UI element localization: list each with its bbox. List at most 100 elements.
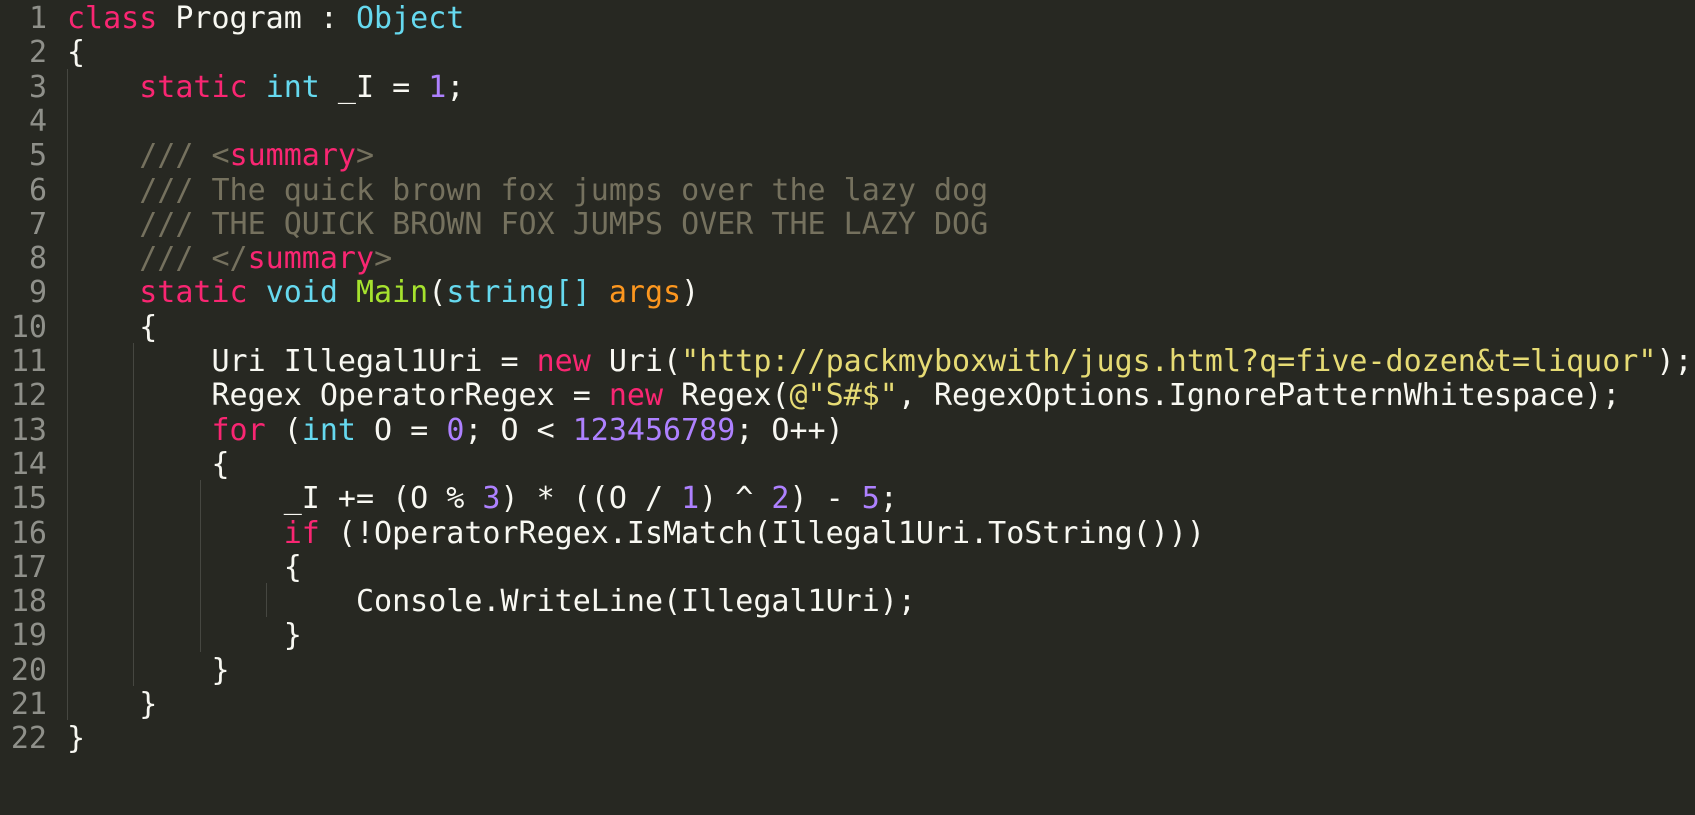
code-token-kw: new bbox=[608, 378, 664, 414]
code-token-plain: ; bbox=[879, 481, 898, 517]
code-line[interactable]: 18 Console.WriteLine(Illegal1Uri); bbox=[0, 583, 1695, 620]
code-token-plain: { bbox=[67, 446, 230, 482]
code-token-plain: O = bbox=[356, 412, 447, 448]
code-text: static void Main(string[] args) bbox=[67, 274, 699, 311]
code-text: Console.WriteLine(Illegal1Uri); bbox=[67, 583, 916, 620]
code-token-type: Object bbox=[356, 1, 465, 36]
code-line[interactable]: 14 { bbox=[0, 446, 1695, 483]
code-line[interactable]: 13 for (int O = 0; O < 123456789; O++) bbox=[0, 412, 1695, 449]
code-line[interactable]: 19 } bbox=[0, 617, 1695, 654]
code-token-num: 3 bbox=[482, 481, 501, 517]
code-text: /// The quick brown fox jumps over the l… bbox=[67, 172, 988, 209]
code-token-plain: Console.WriteLine(Illegal1Uri); bbox=[67, 584, 916, 620]
indent-guide bbox=[67, 68, 68, 721]
code-line[interactable]: 21 } bbox=[0, 686, 1695, 723]
code-text: static int _I = 1; bbox=[67, 69, 464, 106]
code-line[interactable]: 6 /// The quick brown fox jumps over the… bbox=[0, 172, 1695, 209]
code-token-kw: summary bbox=[247, 241, 375, 277]
code-token-type: int bbox=[265, 69, 320, 105]
code-line[interactable]: 2{ bbox=[0, 34, 1695, 71]
code-token-str: @"S#$" bbox=[789, 378, 898, 414]
code-token-comment: /// < bbox=[67, 138, 230, 174]
code-text: } bbox=[67, 617, 302, 654]
code-line[interactable]: 9 static void Main(string[] args) bbox=[0, 274, 1695, 311]
indent-guide bbox=[133, 343, 135, 686]
code-token-kw: static bbox=[139, 275, 248, 311]
line-number: 1 bbox=[28, 1, 47, 36]
line-number: 19 bbox=[10, 618, 47, 654]
code-token-plain: ) ^ bbox=[699, 481, 772, 517]
code-token-num: 1 bbox=[428, 69, 447, 105]
line-number: 10 bbox=[10, 309, 47, 345]
line-number: 12 bbox=[10, 378, 47, 414]
code-text: /// </summary> bbox=[67, 240, 392, 277]
code-line[interactable]: 7 /// THE QUICK BROWN FOX JUMPS OVER THE… bbox=[0, 206, 1695, 243]
line-number: 13 bbox=[10, 412, 47, 448]
code-token-kw: summary bbox=[229, 138, 356, 174]
code-token-plain: Regex( bbox=[663, 378, 790, 414]
code-line[interactable]: 20 } bbox=[0, 652, 1695, 689]
code-text: _I += (O % 3) * ((O / 1) ^ 2) - 5; bbox=[67, 480, 898, 517]
code-text: } bbox=[67, 720, 85, 757]
code-text: { bbox=[67, 446, 230, 483]
code-token-kw: if bbox=[283, 515, 320, 551]
code-token-comment: /// THE QUICK BROWN FOX JUMPS OVER THE L… bbox=[67, 206, 989, 242]
line-number: 11 bbox=[10, 344, 47, 379]
code-token-plain: } bbox=[67, 687, 158, 722]
code-token-plain: } bbox=[67, 652, 230, 688]
code-editor[interactable]: 1 class Program : Object 2{3 static int _I… bbox=[0, 0, 1695, 815]
code-line[interactable]: 3 static int _I = 1; bbox=[0, 69, 1695, 106]
code-token-plain: _I += (O % bbox=[67, 481, 483, 517]
line-number: 9 bbox=[28, 275, 47, 311]
code-token-type: void bbox=[265, 275, 338, 311]
code-text: /// THE QUICK BROWN FOX JUMPS OVER THE L… bbox=[67, 206, 988, 243]
code-token-kw: new bbox=[536, 344, 591, 379]
code-token-num: 123456789 bbox=[572, 412, 736, 448]
indent-guide bbox=[266, 583, 268, 618]
code-text: /// <summary> bbox=[67, 137, 374, 174]
code-line[interactable]: 10 { bbox=[0, 309, 1695, 346]
line-number: 14 bbox=[10, 446, 47, 482]
code-line[interactable]: 1 class Program : Object bbox=[0, 0, 1695, 37]
code-token-plain: ) - bbox=[789, 481, 862, 517]
code-token-plain: } bbox=[67, 721, 86, 757]
code-line[interactable]: 11 Uri Illegal1Uri = new Uri("http://pac… bbox=[0, 343, 1695, 380]
code-token-type: int bbox=[301, 412, 356, 448]
code-token-num: 1 bbox=[681, 481, 700, 517]
code-token-kw: static bbox=[139, 69, 248, 105]
code-line[interactable]: 4 bbox=[0, 103, 1695, 140]
code-token-kw: class bbox=[67, 1, 158, 36]
code-text: { bbox=[67, 309, 157, 346]
code-text: for (int O = 0; O < 123456789; O++) bbox=[67, 412, 844, 449]
code-line[interactable]: 15 _I += (O % 3) * ((O / 1) ^ 2) - 5; bbox=[0, 480, 1695, 517]
code-token-plain: Regex OperatorRegex = bbox=[67, 378, 609, 414]
code-token-plain: ; bbox=[446, 69, 465, 105]
code-token-plain: _I = bbox=[319, 69, 429, 105]
code-line[interactable]: 16 if (!OperatorRegex.IsMatch(Illegal1Ur… bbox=[0, 515, 1695, 552]
code-token-plain: Uri( bbox=[590, 344, 682, 379]
code-token-param: args bbox=[608, 275, 682, 311]
code-token-plain: Uri Illegal1Uri = bbox=[67, 344, 537, 379]
code-text: Regex OperatorRegex = new Regex(@"S#$", … bbox=[67, 377, 1620, 414]
line-number: 4 bbox=[28, 103, 47, 139]
code-line[interactable]: 17 { bbox=[0, 549, 1695, 586]
code-token-comment: > bbox=[374, 241, 393, 277]
code-line[interactable]: 22} bbox=[0, 720, 1695, 757]
line-number: 20 bbox=[10, 652, 47, 688]
code-token-plain: ); bbox=[1656, 344, 1693, 379]
code-line[interactable]: 8 /// </summary> bbox=[0, 240, 1695, 277]
code-token-type: string[] bbox=[446, 275, 591, 311]
code-token-plain: { bbox=[67, 309, 158, 345]
line-number: 2 bbox=[28, 35, 47, 71]
line-number: 18 bbox=[10, 584, 47, 620]
code-line[interactable]: 12 Regex OperatorRegex = new Regex(@"S#$… bbox=[0, 377, 1695, 414]
code-token-plain: } bbox=[67, 618, 302, 654]
code-line[interactable]: 5 /// <summary> bbox=[0, 137, 1695, 174]
code-text: class Program : Object bbox=[67, 0, 464, 37]
code-text: Uri Illegal1Uri = new Uri("http://packmy… bbox=[67, 343, 1693, 380]
